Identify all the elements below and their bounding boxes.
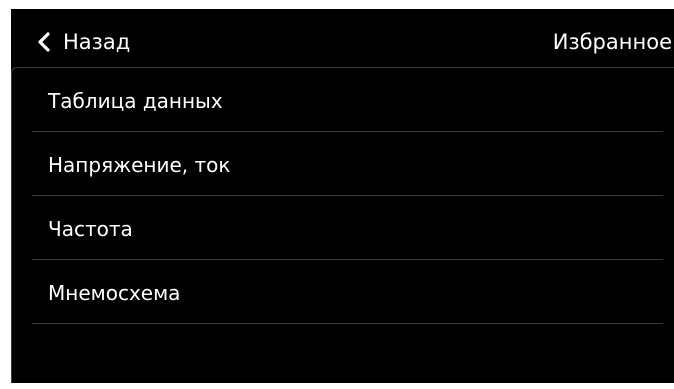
menu-item-label: Напряжение, ток [48,152,231,177]
back-button[interactable]: Назад [37,27,130,57]
page-title: Избранное [552,30,672,54]
menu-item-label: Частота [48,216,133,241]
menu-item-voltage-current[interactable]: Напряжение, ток [32,132,663,196]
menu-item-label: Мнемосхема [48,280,181,305]
device-screen: Назад Избранное Таблица данных Напряжени… [11,9,674,383]
chevron-left-icon [38,32,50,52]
back-label: Назад [63,30,131,54]
menu-panel: Таблица данных Напряжение, ток Частота М… [11,67,674,383]
menu-item-frequency[interactable]: Частота [32,196,663,260]
header-bar: Назад Избранное [11,9,674,67]
menu-list: Таблица данных Напряжение, ток Частота М… [32,68,663,324]
menu-item-label: Таблица данных [48,88,223,113]
menu-item-mimic-diagram[interactable]: Мнемосхема [32,260,663,324]
menu-item-data-table[interactable]: Таблица данных [32,68,663,132]
